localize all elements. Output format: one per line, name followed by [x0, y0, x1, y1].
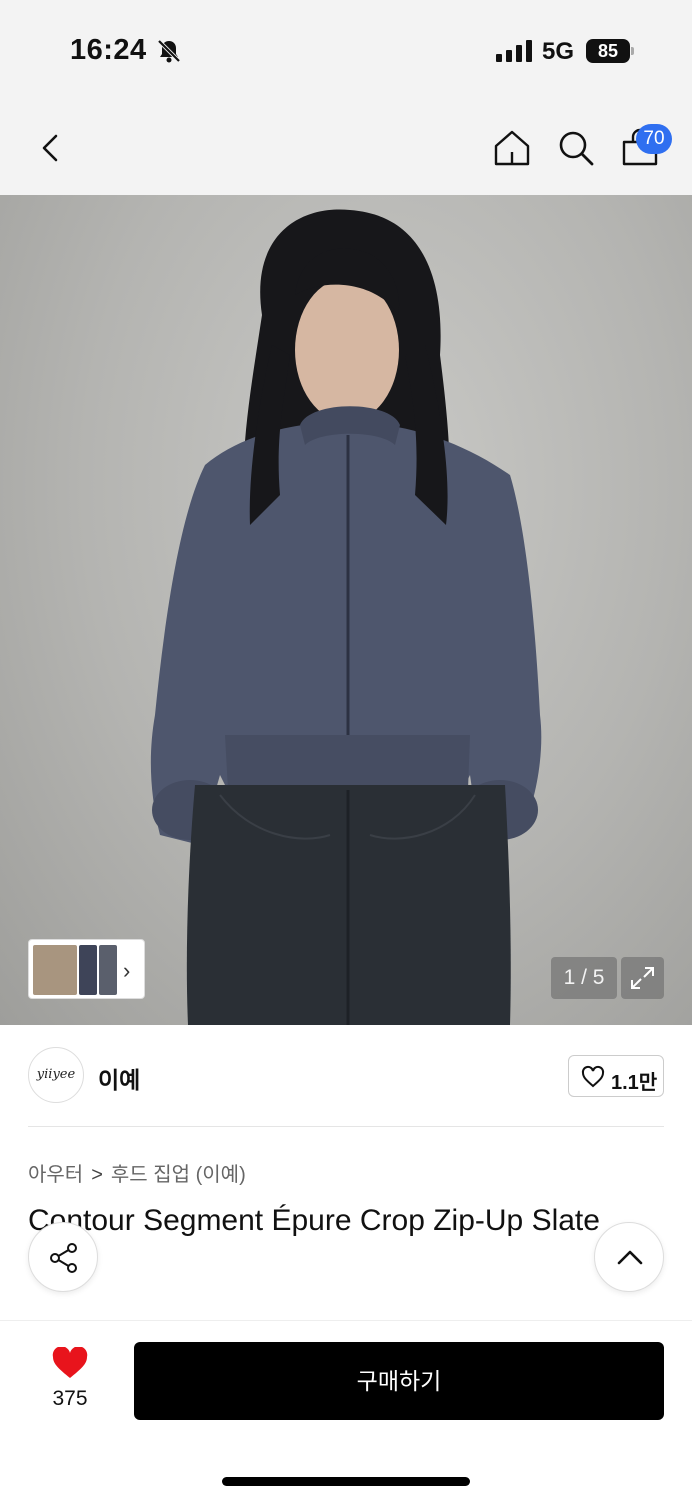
back-icon[interactable] — [32, 128, 72, 168]
brand-like-button[interactable]: 1.1만 — [568, 1055, 664, 1097]
breadcrumb: 아우터 > 후드 집업 (이예) — [28, 1158, 246, 1187]
breadcrumb-separator: > — [91, 1164, 103, 1186]
battery-level: 85 — [586, 39, 630, 63]
breadcrumb-subcategory[interactable]: 후드 집업 (이예) — [111, 1164, 246, 1186]
brand-like-count: 1.1만 — [611, 1072, 658, 1094]
network-label: 5G — [542, 38, 575, 65]
thumbnail-3[interactable] — [99, 945, 117, 995]
divider — [28, 1126, 664, 1127]
heart-filled-icon[interactable] — [52, 1347, 88, 1379]
bottom-bar: 375 구매하기 — [0, 1320, 692, 1500]
brand-row: yiiyee 이예 1.1만 — [0, 1025, 692, 1127]
wish-count: 375 — [52, 1387, 88, 1410]
scroll-top-button[interactable] — [594, 1222, 664, 1292]
chevron-up-icon — [617, 1250, 643, 1265]
breadcrumb-category[interactable]: 아우터 — [28, 1164, 83, 1186]
battery-icon: 85 — [586, 39, 634, 63]
share-button[interactable] — [28, 1222, 98, 1292]
cart-count-badge[interactable]: 70 — [636, 124, 672, 154]
bell-off-icon — [157, 39, 181, 63]
product-photo — [150, 209, 542, 1025]
nav-bar — [0, 100, 692, 195]
expand-button[interactable] — [621, 957, 664, 999]
status-time: 16:24 — [70, 34, 147, 66]
share-icon — [50, 1243, 77, 1273]
buy-button[interactable]: 구매하기 — [134, 1342, 664, 1420]
home-icon[interactable] — [492, 128, 532, 168]
thumbnail-2[interactable] — [79, 945, 97, 995]
product-title: Contour Segment Épure Crop Zip-Up Slate — [28, 1204, 600, 1237]
home-indicator — [222, 1477, 470, 1486]
search-icon[interactable] — [556, 128, 596, 168]
thumbnail-1[interactable] — [33, 945, 77, 995]
product-image[interactable]: › 1 / 5 — [0, 195, 692, 1025]
signal-icon — [496, 40, 532, 62]
expand-icon — [631, 967, 654, 989]
chevron-right-icon[interactable]: › — [123, 958, 130, 984]
brand-name[interactable]: 이예 — [98, 1061, 140, 1095]
brand-logo[interactable]: yiiyee — [28, 1047, 84, 1103]
status-bar: 16:24 5G 85 — [0, 0, 692, 100]
heart-outline-icon — [581, 1065, 605, 1088]
image-counter: 1 / 5 — [551, 957, 617, 999]
thumbnail-strip[interactable]: › — [28, 939, 145, 999]
